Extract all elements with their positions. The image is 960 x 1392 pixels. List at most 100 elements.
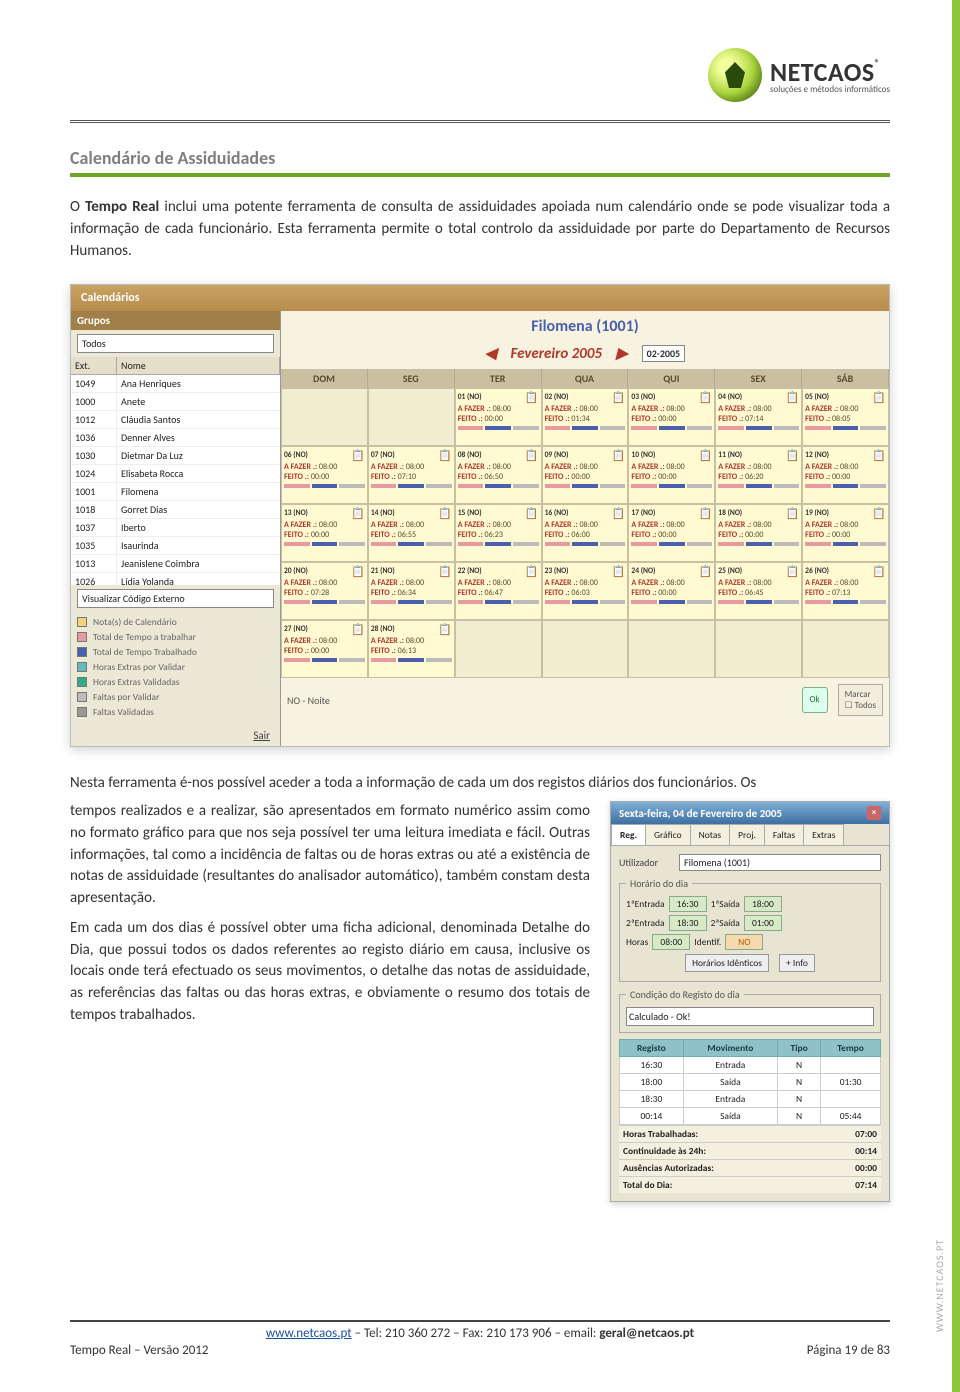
calendar-day-cell[interactable]: 15 (NO)📋A FAZER .: 08:00FEITO .: 06:23 (455, 504, 542, 562)
footer-site-link[interactable]: www.netcaos.pt (266, 1326, 352, 1341)
grupos-label: Grupos (71, 311, 280, 330)
sair-link[interactable]: Sair (71, 725, 280, 746)
calendar-day-cell[interactable]: 19 (NO)📋A FAZER .: 08:00FEITO .: 00:00 (802, 504, 889, 562)
close-icon[interactable]: × (867, 806, 881, 820)
detail-tab[interactable]: Gráfico (645, 824, 691, 845)
employee-row[interactable]: 1026Lídia Yolanda (71, 573, 280, 585)
legend-item: Total de Tempo a trabalhar (77, 631, 274, 643)
footer-email[interactable]: geral@netcaos.pt (599, 1326, 694, 1341)
calendar-day-cell[interactable]: 06 (NO)📋A FAZER .: 08:00FEITO .: 00:00 (281, 446, 368, 504)
calendar-screenshot: Calendários Grupos Todos Ext. Nome 1049A… (70, 284, 890, 747)
calendar-day-cell (455, 620, 542, 678)
detail-tab[interactable]: Extras (803, 824, 844, 845)
prev-month-icon[interactable]: ◀ (485, 344, 497, 363)
calendar-window-title: Calendários (71, 285, 889, 311)
footer-version: Tempo Real – Versão 2012 (70, 1343, 209, 1358)
logo-icon (708, 48, 762, 102)
footer-page: Página 19 de 83 (807, 1343, 890, 1358)
month-selector-row: ◀ Fevereiro 2005 ▶ 02-2005 (281, 342, 889, 369)
detail-tab[interactable]: Faltas (764, 824, 804, 845)
calendar-day-cell[interactable]: 26 (NO)📋A FAZER .: 08:00FEITO .: 07:13 (802, 562, 889, 620)
calendar-day-cell (368, 388, 455, 446)
calendar-day-cell[interactable]: 13 (NO)📋A FAZER .: 08:00FEITO .: 00:00 (281, 504, 368, 562)
detail-tab[interactable]: Reg. (611, 824, 646, 845)
employee-row[interactable]: 1012Cláudia Santos (71, 411, 280, 429)
calendar-day-cell[interactable]: 14 (NO)📋A FAZER .: 08:00FEITO .: 06:55 (368, 504, 455, 562)
person-title: Filomena (1001) (281, 311, 889, 342)
ok-button[interactable]: Ok (802, 687, 828, 713)
calendar-day-cell[interactable]: 25 (NO)📋A FAZER .: 08:00FEITO .: 06:45 (715, 562, 802, 620)
condicao-select[interactable]: Calculado - Ok! (626, 1007, 874, 1026)
employee-row[interactable]: 1013Jeanislene Coimbra (71, 555, 280, 573)
employee-row[interactable]: 1035Isaurinda (71, 537, 280, 555)
employee-row[interactable]: 1030Dietmar Da Luz (71, 447, 280, 465)
calendar-day-cell[interactable]: 22 (NO)📋A FAZER .: 08:00FEITO .: 06:47 (455, 562, 542, 620)
calendar-day-cell (542, 620, 629, 678)
brand-block: NETCAOS® soluções e métodos informáticos (708, 48, 890, 102)
movements-table: RegistoMovimentoTipoTempo16:30EntradaN18… (619, 1039, 881, 1125)
calendar-day-cell[interactable]: 04 (NO)📋A FAZER .: 08:00FEITO .: 07:14 (715, 388, 802, 446)
legend: Nota(s) de CalendárioTotal de Tempo a tr… (71, 612, 280, 725)
calendar-day-cell[interactable]: 07 (NO)📋A FAZER .: 08:00FEITO .: 07:10 (368, 446, 455, 504)
condicao-fieldset: Condição do Registo do dia Calculado - O… (619, 988, 881, 1033)
employee-row[interactable]: 1049Ana Henriques (71, 375, 280, 393)
calendar-day-cell[interactable]: 11 (NO)📋A FAZER .: 08:00FEITO .: 06:20 (715, 446, 802, 504)
detail-tab[interactable]: Notas (690, 824, 730, 845)
legend-item: Faltas Validadas (77, 706, 274, 718)
utilizador-value: Filomena (1001) (679, 854, 881, 871)
calendar-day-cell[interactable]: 16 (NO)📋A FAZER .: 08:00FEITO .: 06:00 (542, 504, 629, 562)
calendar-day-cell[interactable]: 01 (NO)📋A FAZER .: 08:00FEITO .: 00:00 (455, 388, 542, 446)
calendar-day-cell[interactable]: 20 (NO)📋A FAZER .: 08:00FEITO .: 07:28 (281, 562, 368, 620)
detail-tabs: Reg.GráficoNotasProj.FaltasExtras (611, 824, 889, 846)
calendar-day-cell (802, 620, 889, 678)
employee-list-header: Ext. Nome (71, 357, 280, 375)
calendar-day-cell[interactable]: 09 (NO)📋A FAZER .: 08:00FEITO .: 00:00 (542, 446, 629, 504)
detail-tab[interactable]: Proj. (729, 824, 765, 845)
paragraph-3: Em cada um dos dias é possível obter uma… (70, 918, 590, 1027)
calendar-day-cell[interactable]: 21 (NO)📋A FAZER .: 08:00FEITO .: 06:34 (368, 562, 455, 620)
employee-list[interactable]: 1049Ana Henriques1000Anete1012Cláudia Sa… (71, 375, 280, 585)
calendar-day-cell[interactable]: 24 (NO)📋A FAZER .: 08:00FEITO .: 00:00 (628, 562, 715, 620)
employee-row[interactable]: 1001Filomena (71, 483, 280, 501)
brand-tagline: soluções e métodos informáticos (770, 84, 890, 95)
calendar-day-cell[interactable]: 03 (NO)📋A FAZER .: 08:00FEITO .: 00:00 (628, 388, 715, 446)
next-month-icon[interactable]: ▶ (616, 344, 628, 363)
calendar-footer-row: NO - Noite Ok Marcar ☐ Todos (281, 678, 889, 722)
calendar-day-cell[interactable]: 10 (NO)📋A FAZER .: 08:00FEITO .: 00:00 (628, 446, 715, 504)
calendar-day-cell (628, 620, 715, 678)
day-of-week-header: DOMSEGTERQUAQUISEXSÁB (281, 369, 889, 388)
accent-bar (70, 173, 890, 177)
horarios-identicos-button[interactable]: Horários Idênticos (685, 954, 769, 972)
info-button[interactable]: + Info (779, 954, 815, 972)
calendar-day-cell[interactable]: 08 (NO)📋A FAZER .: 08:00FEITO .: 06:50 (455, 446, 542, 504)
page-footer: www.netcaos.pt – Tel: 210 360 272 – Fax:… (70, 1320, 890, 1358)
calendar-day-cell (715, 620, 802, 678)
employee-row[interactable]: 1018Gorret Dias (71, 501, 280, 519)
calendar-day-cell[interactable]: 27 (NO)📋A FAZER .: 08:00FEITO .: 00:00 (281, 620, 368, 678)
calendar-day-cell[interactable]: 02 (NO)📋A FAZER .: 08:00FEITO .: 01:34 (542, 388, 629, 446)
calendar-day-cell[interactable]: 28 (NO)📋A FAZER .: 08:00FEITO .: 06:13 (368, 620, 455, 678)
visualizar-select[interactable]: Visualizar Código Externo (77, 589, 274, 608)
legend-item: Horas Extras Validadas (77, 676, 274, 688)
calendar-day-cell[interactable]: 23 (NO)📋A FAZER .: 08:00FEITO .: 06:03 (542, 562, 629, 620)
utilizador-label: Utilizador (619, 856, 673, 869)
legend-item: Total de Tempo Trabalhado (77, 646, 274, 658)
calendar-day-cell[interactable]: 18 (NO)📋A FAZER .: 08:00FEITO .: 00:00 (715, 504, 802, 562)
calendar-day-cell[interactable]: 05 (NO)📋A FAZER .: 08:00FEITO .: 08:05 (802, 388, 889, 446)
grupos-select[interactable]: Todos (77, 334, 274, 353)
todos-checkbox[interactable]: ☐ Todos (845, 700, 876, 711)
paragraph-2-intro: Nesta ferramenta é-nos possível aceder a… (70, 773, 890, 795)
calendar-day-cell[interactable]: 17 (NO)📋A FAZER .: 08:00FEITO .: 00:00 (628, 504, 715, 562)
header-rule (70, 120, 890, 123)
legend-item: Faltas por Validar (77, 691, 274, 703)
employee-row[interactable]: 1036Denner Alves (71, 429, 280, 447)
intro-paragraph: O Tempo Real inclui uma potente ferramen… (70, 197, 890, 262)
paragraph-2-body: tempos realizados e a realizar, são apre… (70, 801, 590, 910)
detail-window-title: Sexta-feira, 04 de Fevereiro de 2005 × (611, 802, 889, 824)
calendar-day-cell[interactable]: 12 (NO)📋A FAZER .: 08:00FEITO .: 00:00 (802, 446, 889, 504)
employee-row[interactable]: 1000Anete (71, 393, 280, 411)
employee-row[interactable]: 1037Iberto (71, 519, 280, 537)
day-detail-screenshot: Sexta-feira, 04 de Fevereiro de 2005 × R… (610, 801, 890, 1202)
employee-row[interactable]: 1024Elisabeta Rocca (71, 465, 280, 483)
month-dropdown[interactable]: 02-2005 (642, 345, 685, 362)
